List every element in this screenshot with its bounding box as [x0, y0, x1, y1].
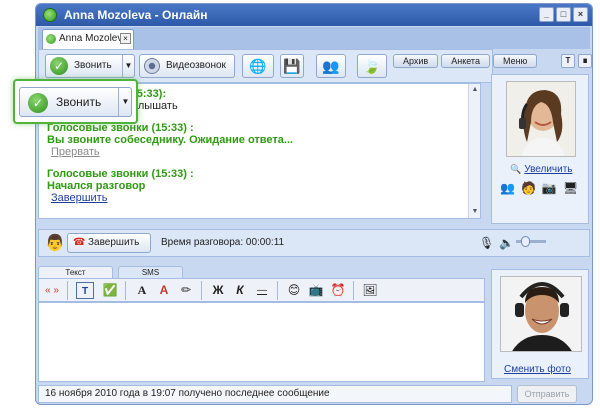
video-call-button[interactable]: Видеозвонок — [139, 54, 235, 78]
contact-photo[interactable] — [506, 81, 576, 157]
contacts-small-icon[interactable]: 👥 — [500, 181, 515, 195]
italic-button[interactable]: К — [231, 282, 249, 299]
image-attach-icon[interactable]: 🖼 — [361, 282, 379, 299]
quote-button[interactable]: « » — [43, 282, 61, 299]
message-block: (15:33): услышать — [127, 88, 472, 112]
chat-scrollbar[interactable]: ▲ ▼ — [468, 84, 480, 218]
chat-window: Anna Mozoleva - Онлайн _ □ × Anna Mozole… — [35, 3, 593, 405]
call-button-zoomed[interactable]: ✓ Звонить ▼ — [19, 87, 132, 117]
message-text: Вы звоните собеседнику. Ожидание ответа.… — [47, 134, 294, 146]
change-photo-link[interactable]: Сменить фото — [504, 364, 571, 375]
end-call-link[interactable]: Завершить — [51, 192, 472, 204]
callout-label: Звонить — [56, 95, 102, 109]
minimize-button[interactable]: _ — [539, 7, 554, 22]
my-photo[interactable] — [500, 276, 582, 352]
panel-icon[interactable]: ∎ — [578, 54, 592, 68]
format-toolbar: « » T ✅ A A ✏ Ж К — 😊 📺 ⏰ 🖼 — [38, 278, 485, 302]
call-status-bar: 👨 ☎ Завершить Время разговора: 00:00:11 … — [38, 229, 590, 257]
contact-photo-panel: 🔍 Увеличить 👥 🧑 📷 🖥 — [491, 74, 589, 224]
globe-menu-icon[interactable]: 🌐 — [242, 54, 274, 78]
status-bar: 16 ноября 2010 года в 19:07 получено пос… — [38, 385, 512, 403]
maximize-button[interactable]: □ — [556, 7, 571, 22]
highlight-icon[interactable]: ✏ — [177, 282, 195, 299]
underline-icon[interactable]: — — [253, 282, 271, 299]
call-check-icon: ✓ — [28, 93, 48, 113]
message-block: Голосовые звонки (15:33) : Вы звоните со… — [47, 122, 472, 158]
abort-link[interactable]: Прервать — [51, 146, 472, 158]
smiley-icon[interactable]: 😊 — [285, 282, 303, 299]
microphone-icon[interactable]: 🎙 — [479, 236, 494, 250]
send-button[interactable]: Отправить — [517, 385, 577, 403]
scroll-up-icon[interactable]: ▲ — [470, 85, 480, 95]
title-bar: Anna Mozoleva - Онлайн _ □ × — [36, 4, 592, 26]
tab-label: Anna Mozoleva — [59, 33, 128, 44]
add-contact-icon[interactable]: 🧑 — [521, 181, 536, 195]
caller-avatar-icon: 👨 — [45, 235, 65, 252]
camera-icon[interactable]: 📷 — [542, 181, 557, 195]
window-title: Anna Mozoleva - Онлайн — [64, 8, 208, 22]
call-duration: Время разговора: 00:00:11 — [161, 237, 285, 248]
call-button-label: Звонить — [74, 60, 112, 71]
end-call-label: Завершить — [88, 237, 140, 248]
spellcheck-icon[interactable]: ✅ — [101, 282, 119, 299]
call-button[interactable]: ✓ Звонить ▼ — [45, 54, 135, 78]
tab-text[interactable]: Текст — [38, 266, 113, 278]
alarm-icon[interactable]: ⏰ — [329, 282, 347, 299]
scroll-down-icon[interactable]: ▼ — [470, 207, 480, 217]
text-icon[interactable]: T — [561, 54, 575, 68]
volume-slider[interactable] — [516, 236, 546, 247]
message-text: Начался разговор — [47, 180, 146, 192]
message-header: Голосовые звонки (15:33) : — [47, 168, 194, 180]
font-icon[interactable]: A — [133, 282, 151, 299]
tv-icon[interactable]: 📺 — [307, 282, 325, 299]
message-header: (15:33): — [127, 88, 167, 100]
emoticon-icon[interactable]: 🍃 — [357, 54, 387, 78]
webcam-icon — [144, 58, 160, 74]
save-icon[interactable]: 💾 — [280, 54, 304, 78]
message-input[interactable] — [38, 302, 485, 382]
enlarge-link[interactable]: 🔍 Увеличить — [510, 163, 573, 175]
call-check-icon: ✓ — [50, 57, 68, 75]
tab-contact[interactable]: Anna Mozoleva × — [42, 29, 134, 49]
call-button-callout: ✓ Звонить ▼ — [13, 79, 138, 124]
video-call-label: Видеозвонок — [166, 60, 226, 71]
share-screen-icon[interactable]: 🖥 — [563, 181, 578, 195]
tab-close-icon[interactable]: × — [120, 33, 131, 44]
tab-strip: Anna Mozoleva × — [38, 27, 590, 49]
online-dot-icon — [46, 34, 56, 44]
speaker-icon[interactable]: 🔈 — [499, 236, 514, 250]
close-button[interactable]: × — [573, 7, 588, 22]
tab-profile[interactable]: Анкета — [441, 54, 490, 68]
tab-menu[interactable]: Меню — [492, 54, 538, 68]
tab-archive[interactable]: Архив — [393, 54, 439, 68]
font-color-icon[interactable]: A — [155, 282, 173, 299]
magnifier-icon: 🔍 — [510, 164, 522, 174]
message-text: услышать — [127, 100, 178, 112]
text-style-icon[interactable]: T — [76, 282, 94, 299]
chevron-down-icon[interactable]: ▼ — [122, 55, 134, 77]
end-call-button[interactable]: ☎ Завершить — [67, 233, 151, 253]
hangup-icon: ☎ — [73, 237, 86, 248]
my-photo-panel: Сменить фото — [491, 269, 589, 379]
message-block: Голосовые звонки (15:33) : Начался разго… — [47, 168, 472, 204]
bold-button[interactable]: Ж — [209, 282, 227, 299]
tab-sms[interactable]: SMS — [118, 266, 183, 278]
contacts-icon[interactable]: 👥 — [316, 54, 346, 78]
right-tabs: Архив Анкета Меню — [393, 54, 538, 68]
volume-knob[interactable] — [521, 236, 530, 247]
enlarge-label: Увеличить — [524, 164, 573, 175]
online-status-icon — [43, 8, 57, 22]
chevron-down-icon[interactable]: ▼ — [118, 88, 132, 116]
